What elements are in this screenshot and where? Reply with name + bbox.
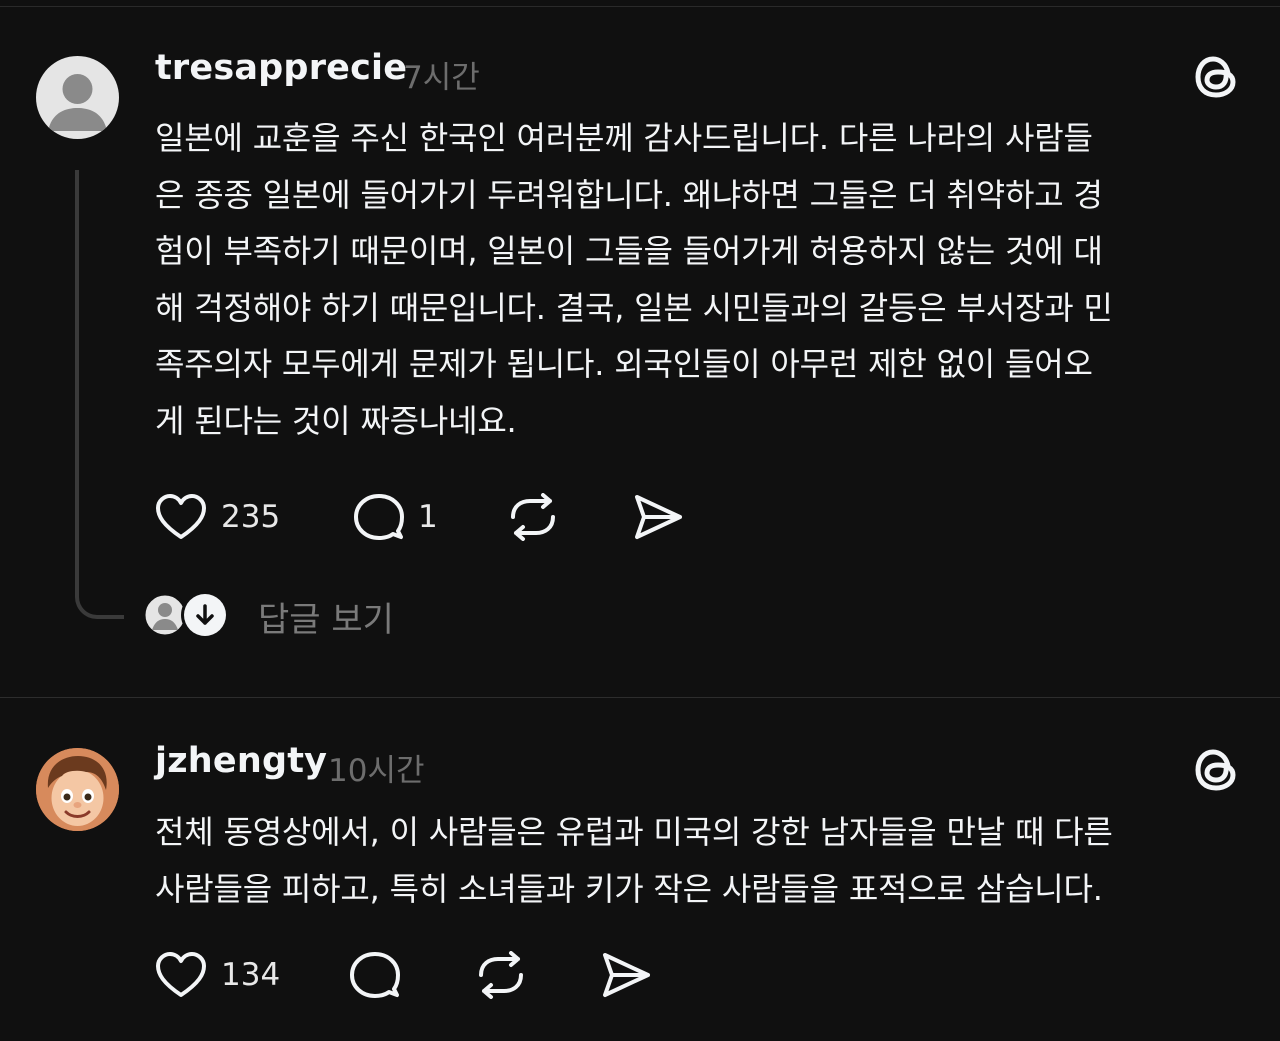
cartoon-face-icon	[36, 748, 119, 831]
post-2: jzhengty 10시간 전체 동영상에서, 이 사람들은 유럽과 미국의 강…	[0, 0, 1280, 1041]
comment-button[interactable]	[350, 951, 400, 999]
like-count: 134	[221, 957, 281, 993]
share-button[interactable]	[600, 951, 652, 999]
share-icon	[603, 953, 650, 997]
repost-button[interactable]	[476, 951, 526, 999]
username[interactable]: jzhengty	[155, 741, 327, 781]
post-time: 10시간	[328, 753, 425, 789]
comment-icon	[350, 952, 400, 998]
post-body: 전체 동영상에서, 이 사람들은 유럽과 미국의 강한 남자들을 만날 때 다른…	[155, 813, 1113, 908]
avatar-cartoon[interactable]	[36, 748, 119, 831]
like-button[interactable]: 134	[155, 951, 280, 999]
threads-logo-icon[interactable]	[1192, 745, 1242, 795]
repost-icon	[479, 951, 523, 999]
heart-icon	[156, 952, 206, 997]
